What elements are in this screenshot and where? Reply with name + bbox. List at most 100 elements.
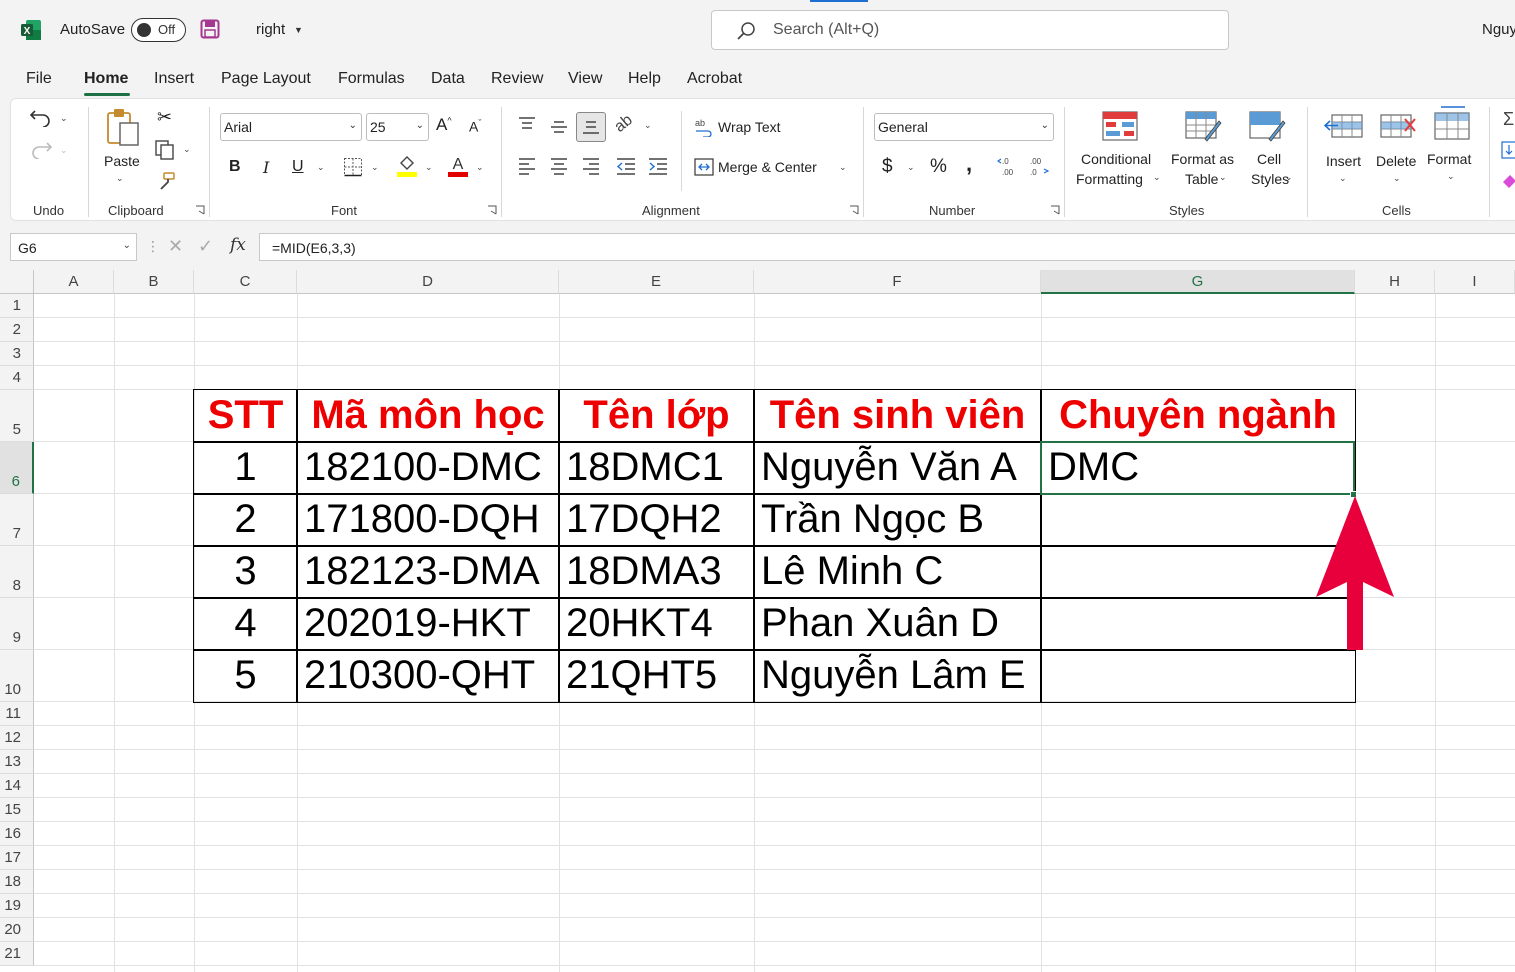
chevron-down-icon[interactable]: ⌄ [1393,173,1401,184]
copy-dropdown-icon[interactable]: ⌄ [183,144,191,155]
table-cell-g6[interactable]: DMC [1040,441,1356,495]
chevron-down-icon[interactable]: ▼ [294,25,303,35]
row-header-6[interactable]: 6 [0,442,34,494]
tab-acrobat[interactable]: Acrobat [687,70,742,88]
column-header-a[interactable]: A [34,270,114,294]
tab-file[interactable]: File [26,70,52,88]
paste-label[interactable]: Paste [104,153,140,169]
clipboard-launcher-icon[interactable] [195,205,205,215]
column-header-c[interactable]: C [194,270,297,294]
merge-center-icon[interactable] [694,158,714,176]
select-all-corner[interactable] [0,270,34,294]
table-cell[interactable]: 182123-DMA [296,545,560,599]
table-cell[interactable]: Phan Xuân D [753,597,1042,651]
row-header-12[interactable]: 12 [0,726,34,750]
table-cell[interactable]: 18DMA3 [558,545,755,599]
row-header-16[interactable]: 16 [0,822,34,846]
autosave-toggle[interactable]: Off [131,18,186,42]
header-cell-stt[interactable]: STT [193,389,298,443]
wrap-text-label[interactable]: Wrap Text [718,119,781,135]
table-cell[interactable]: Nguyễn Lâm E [753,649,1042,703]
italic-button[interactable]: I [263,158,269,177]
cell-styles-icon[interactable] [1249,111,1287,143]
formula-input[interactable]: =MID(E6,3,3) [259,233,1515,261]
format-as-table-label-2[interactable]: Table [1185,171,1218,187]
table-cell[interactable]: 210300-QHT [296,649,560,703]
borders-dropdown-icon[interactable]: ⌄ [371,162,379,173]
table-cell[interactable]: Trần Ngọc B [753,493,1042,547]
table-cell[interactable] [1040,545,1356,599]
decrease-decimal-icon[interactable]: .00.0 [1028,155,1052,177]
table-cell[interactable]: 182100-DMC [296,441,560,495]
more-options-icon[interactable]: ⋮ [146,238,160,255]
decrease-indent-icon[interactable] [615,157,637,175]
column-header-g[interactable]: G [1041,270,1355,294]
chevron-down-icon[interactable]: ⌄ [1339,173,1347,184]
name-box[interactable]: G6 ⌄ [10,233,137,261]
user-name[interactable]: Nguy [1482,21,1515,38]
format-cells-icon[interactable] [1433,105,1471,141]
tab-data[interactable]: Data [431,70,465,88]
font-color-icon[interactable]: A [447,154,469,178]
column-header-i[interactable]: I [1435,270,1515,294]
font-size-combo[interactable]: 25 ⌄ [366,113,429,141]
row-header-10[interactable]: 10 [0,650,34,702]
row-header-5[interactable]: 5 [0,390,34,442]
number-launcher-icon[interactable] [1050,205,1060,215]
column-header-d[interactable]: D [297,270,559,294]
row-header-1[interactable]: 1 [0,294,34,318]
merge-center-label[interactable]: Merge & Center [718,159,817,175]
autosum-icon[interactable]: Σ [1503,109,1514,130]
clear-icon[interactable] [1501,171,1515,189]
table-cell[interactable]: Lê Minh C [753,545,1042,599]
percent-icon[interactable]: % [930,156,947,178]
paste-dropdown-icon[interactable]: ⌄ [116,173,124,184]
undo-icon[interactable] [29,107,53,127]
conditional-formatting-icon[interactable] [1102,111,1138,141]
row-header-14[interactable]: 14 [0,774,34,798]
header-cell-ma-mon-hoc[interactable]: Mã môn học [296,389,560,443]
table-cell[interactable]: 202019-HKT [296,597,560,651]
align-center-icon[interactable] [549,157,569,175]
table-cell[interactable]: 171800-DQH [296,493,560,547]
decrease-font-icon[interactable]: Aˇ [469,118,481,135]
format-label[interactable]: Format [1427,151,1471,167]
number-format-combo[interactable]: General ⌄ [874,113,1054,141]
column-header-b[interactable]: B [114,270,194,294]
table-cell[interactable] [1040,493,1356,547]
row-header-3[interactable]: 3 [0,342,34,366]
row-header-15[interactable]: 15 [0,798,34,822]
row-header-4[interactable]: 4 [0,366,34,390]
orientation-dropdown-icon[interactable]: ⌄ [644,120,652,131]
table-cell[interactable]: 3 [193,545,298,599]
column-header-f[interactable]: F [754,270,1041,294]
row-header-7[interactable]: 7 [0,494,34,546]
borders-icon[interactable] [343,157,363,177]
fill-icon[interactable] [1501,141,1515,159]
cut-icon[interactable]: ✂ [157,107,172,128]
fill-color-dropdown-icon[interactable]: ⌄ [425,162,433,173]
table-cell[interactable] [1040,649,1356,703]
column-header-e[interactable]: E [559,270,754,294]
insert-function-icon[interactable]: fx [230,235,246,255]
table-cell[interactable]: 17DQH2 [558,493,755,547]
wrap-text-icon[interactable]: ab [694,117,714,137]
delete-cells-icon[interactable] [1379,111,1419,141]
alignment-launcher-icon[interactable] [849,205,859,215]
tab-view[interactable]: View [568,70,602,88]
increase-decimal-icon[interactable]: .0.00 [997,155,1021,177]
header-cell-ten-sinh-vien[interactable]: Tên sinh viên [753,389,1042,443]
row-header-2[interactable]: 2 [0,318,34,342]
cell-styles-label-1[interactable]: Cell [1257,151,1281,167]
conditional-formatting-label-2[interactable]: Formatting [1076,171,1143,187]
table-cell[interactable]: 18DMC1 [558,441,755,495]
tab-home[interactable]: Home [84,70,128,88]
currency-dropdown-icon[interactable]: ⌄ [907,162,915,173]
fill-color-icon[interactable] [396,154,418,178]
align-right-icon[interactable] [581,157,601,175]
chevron-down-icon[interactable]: ⌄ [1285,172,1293,183]
search-box[interactable]: Search (Alt+Q) [711,10,1229,50]
table-cell[interactable]: Nguyễn Văn A [753,441,1042,495]
font-name-combo[interactable]: Arial ⌄ [220,113,362,141]
tab-help[interactable]: Help [628,70,661,88]
